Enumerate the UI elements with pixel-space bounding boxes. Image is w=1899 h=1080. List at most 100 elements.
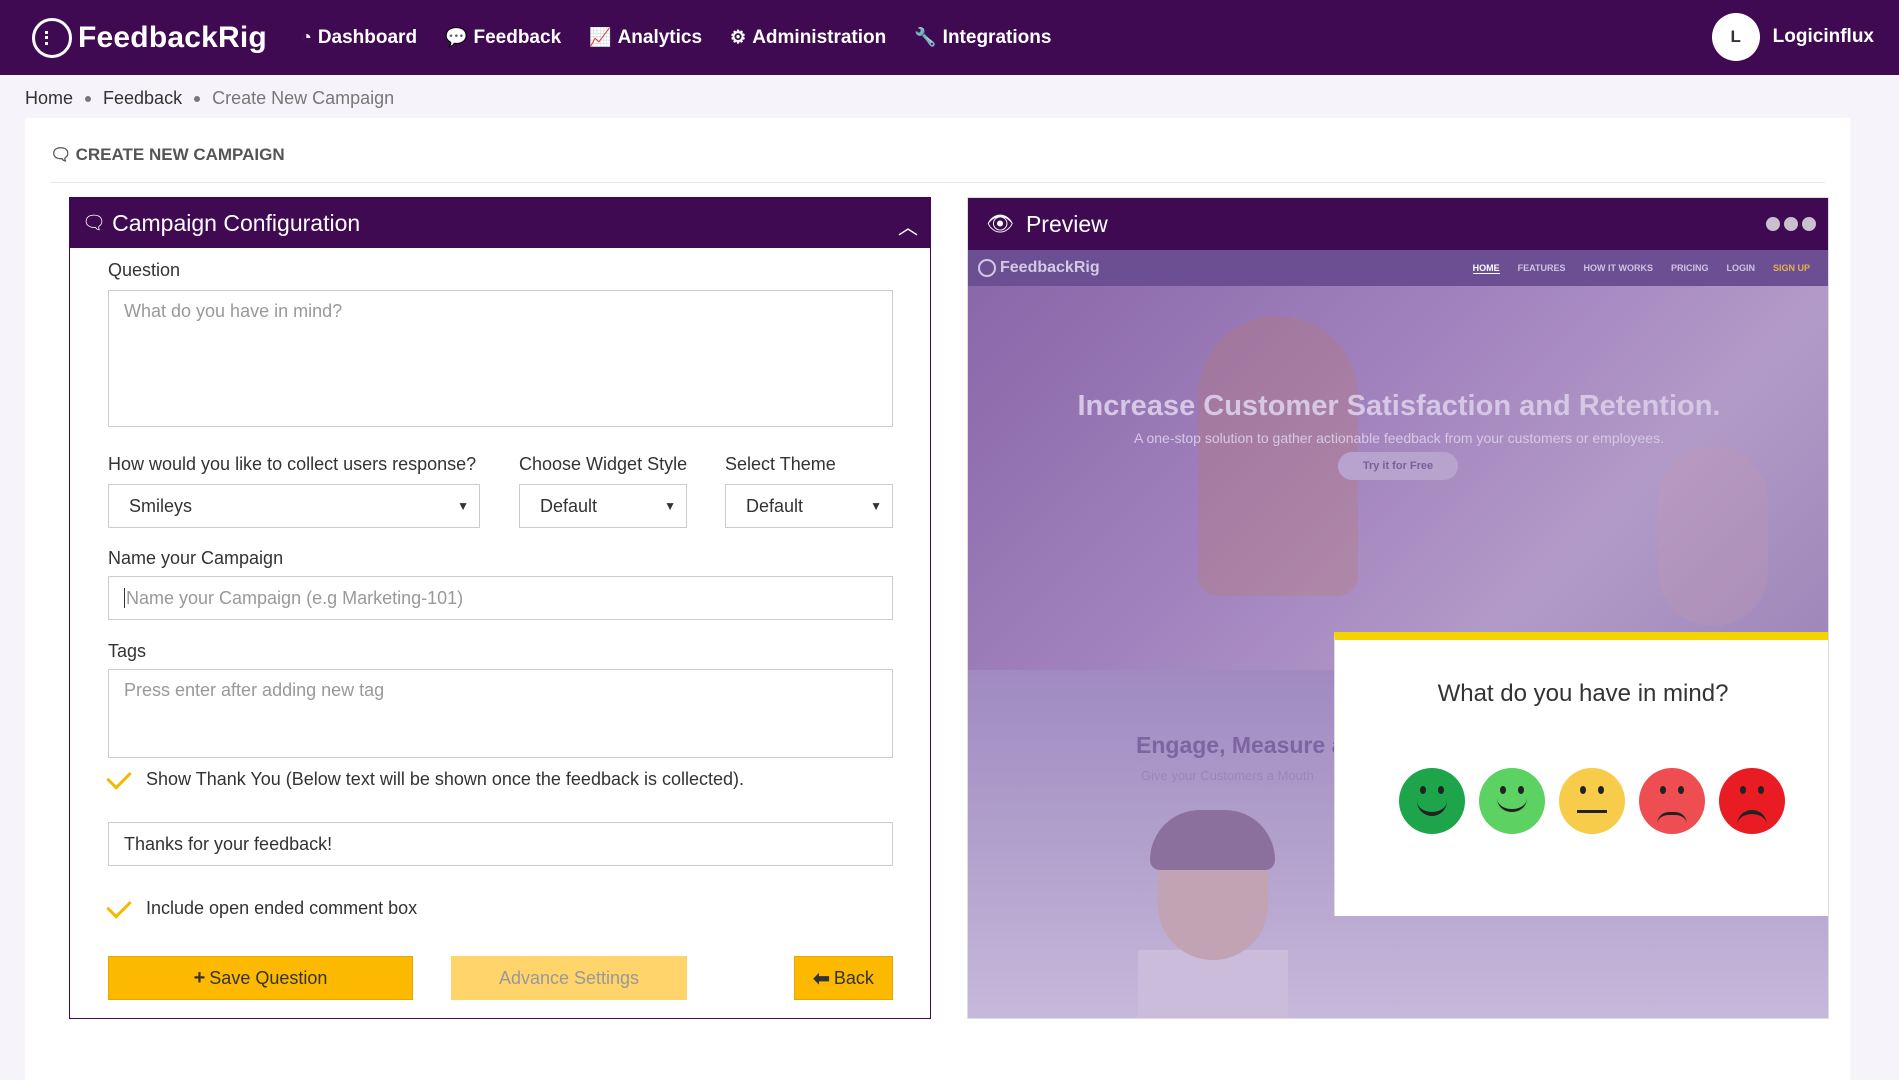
preview-hero-title: Increase Customer Satisfaction and Reten… [1077,390,1721,422]
preview-panel: 👁 Preview FeedbackRig HOME FEATURES HOW … [967,197,1829,1019]
brand-logo-icon [32,17,72,58]
collect-response-label: How would you like to collect users resp… [108,454,477,474]
comment-box-option[interactable]: Include open ended comment box [106,892,417,919]
question-textarea[interactable]: What do you have in mind? [108,290,893,427]
show-thank-you-option[interactable]: Show Thank You (Below text will be shown… [106,763,745,790]
widget-style-value: Default [540,495,598,516]
page-title: 🗨 CREATE NEW CAMPAIGN [50,145,285,165]
tags-label: Tags [108,641,147,661]
avatar: L [1711,13,1760,61]
nav-dashboard[interactable]: ◔ Dashboard [301,27,417,49]
dot-icon [1784,217,1798,231]
preview-site-links: HOME FEATURES HOW IT WORKS PRICING LOGIN… [1455,263,1810,274]
theme-value: Default [746,495,804,516]
dropdown-arrow-icon: ▼ [457,499,469,513]
preview-link-home: HOME [1472,262,1500,274]
advance-settings-label: Advance Settings [498,967,640,988]
nav-integrations[interactable]: 🔧 Integrations [914,27,1051,49]
dot-icon [1766,217,1780,231]
dashboard-icon: ◔ [300,27,312,47]
nav-feedback[interactable]: 💬 Feedback [445,27,561,49]
advance-settings-button[interactable]: Advance Settings [451,956,687,1000]
line-chart-icon: 📈 [589,27,612,47]
dropdown-arrow-icon: ▼ [664,499,676,513]
checkmark-icon[interactable] [106,892,132,919]
preview-lower-subtitle: Give your Customers a Mouth [1141,768,1314,783]
comments-icon: 🗨 [82,213,107,234]
user-menu[interactable]: L Logicinflux [1711,13,1874,61]
config-panel-title: Campaign Configuration [112,209,361,236]
thank-you-input[interactable]: Thanks for your feedback! [108,822,893,866]
nav-feedback-label: Feedback [473,26,562,48]
preview-link-signup: SIGN UP [1772,262,1810,273]
feedback-widget: What do you have in mind? [1334,632,1828,916]
hero-background-figure [1198,316,1358,596]
preview-site-logo-text: FeedbackRig [1000,259,1100,276]
dot-icon [1802,217,1816,231]
theme-select[interactable]: Default ▼ [725,484,893,528]
main-content: 🗨 CREATE NEW CAMPAIGN 🗨 Campaign Configu… [25,118,1850,1080]
cartoon-illustration [1138,950,1288,1018]
theme-label: Select Theme [725,454,836,474]
nav-dashboard-label: Dashboard [317,26,418,48]
breadcrumb-separator [85,95,92,102]
checkmark-icon[interactable] [106,763,132,790]
campaign-name-input[interactable]: Name your Campaign (e.g Marketing-101) [108,576,893,620]
very-happy-smiley-icon[interactable] [1399,768,1465,834]
widget-style-label: Choose Widget Style [519,454,688,474]
question-label: Question [108,260,181,280]
breadcrumb-home[interactable]: Home [25,88,73,109]
window-dots [1762,217,1816,231]
neutral-smiley-icon[interactable] [1559,768,1625,834]
smiley-options [1399,768,1799,834]
campaign-configuration-panel: 🗨 Campaign Configuration ︿ Question What… [69,197,931,1019]
breadcrumb: Home Feedback Create New Campaign [25,88,394,109]
comments-icon: 💬 [445,27,468,47]
preview-link-login: LOGIN [1726,262,1755,273]
happy-smiley-icon[interactable] [1479,768,1545,834]
hero-background-figure [1658,446,1768,626]
plus-icon: + [193,966,206,989]
wrench-icon: 🔧 [914,27,937,47]
widget-style-select[interactable]: Default ▼ [519,484,687,528]
collect-response-select[interactable]: Smileys ▼ [108,484,480,528]
page-title-text: CREATE NEW CAMPAIGN [75,145,285,164]
tags-input[interactable]: Press enter after adding new tag [108,669,893,758]
top-navbar: FeedbackRig ◔ Dashboard 💬 Feedback 📈 Analyt… [0,0,1899,75]
back-label: Back [833,967,874,988]
breadcrumb-feedback[interactable]: Feedback [103,88,182,109]
back-button[interactable]: ⬅ Back [794,956,893,1000]
nav-integrations-label: Integrations [942,26,1052,48]
preview-title: Preview [1025,210,1108,237]
config-panel-header: 🗨 Campaign Configuration ︿ [70,198,930,248]
save-question-button[interactable]: + Save Question [108,956,413,1000]
text-caret [124,588,125,608]
divider [50,182,1825,183]
preview-link-features: FEATURES [1517,262,1566,273]
preview-panel-header: 👁 Preview [968,198,1828,250]
arrow-left-icon: ⬅ [813,967,830,990]
eye-icon: 👁 [986,211,1014,236]
very-sad-smiley-icon[interactable] [1719,768,1785,834]
comments-icon: 🗨 [50,145,72,164]
preview-hero-subtitle: A one-stop solution to gather actionable… [1134,430,1664,446]
main-nav: ◔ Dashboard 💬 Feedback 📈 Analytics ⚙ Adminis… [301,27,1079,49]
nav-analytics[interactable]: 📈 Analytics [589,27,702,49]
show-thank-you-label: Show Thank You (Below text will be shown… [146,769,745,789]
sad-smiley-icon[interactable] [1639,768,1705,834]
preview-hero-button: Try it for Free [1338,452,1458,480]
nav-administration[interactable]: ⚙ Administration [730,27,886,49]
campaign-name-placeholder: Name your Campaign (e.g Marketing-101) [126,587,464,608]
collect-response-value: Smileys [129,495,193,516]
preview-lower-title: Engage, Measure a [1136,732,1345,758]
breadcrumb-separator [194,95,201,102]
preview-website: FeedbackRig HOME FEATURES HOW IT WORKS P… [968,250,1828,1018]
preview-hero: Increase Customer Satisfaction and Reten… [968,286,1828,670]
campaign-name-label: Name your Campaign [108,548,284,568]
nav-administration-label: Administration [752,26,887,48]
brand-name: FeedbackRig [78,20,267,54]
cartoon-illustration [1150,810,1275,870]
dropdown-arrow-icon: ▼ [870,499,882,513]
chevron-up-icon[interactable]: ︿ [898,211,918,240]
brand[interactable]: FeedbackRig [32,17,267,58]
